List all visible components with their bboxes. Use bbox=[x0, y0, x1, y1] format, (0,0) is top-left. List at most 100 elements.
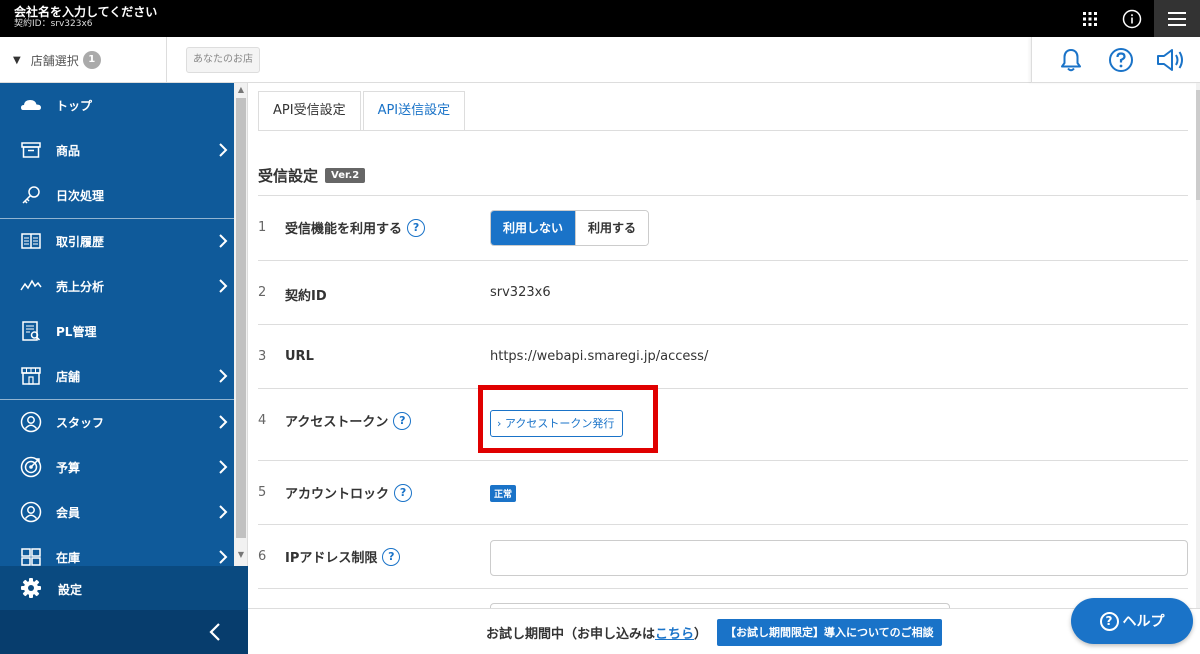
current-store-tag[interactable]: あなたのお店 bbox=[186, 47, 260, 73]
shelf-icon bbox=[21, 548, 41, 566]
scroll-down-arrow-icon[interactable]: ▼ bbox=[234, 550, 248, 562]
chevron-left-icon[interactable] bbox=[206, 622, 224, 642]
highlight-box bbox=[478, 385, 658, 453]
help-button[interactable]: ? ヘルプ bbox=[1071, 598, 1193, 644]
person-icon bbox=[20, 411, 42, 433]
target-icon bbox=[20, 456, 42, 478]
store-count-badge: 1 bbox=[82, 51, 101, 69]
row-label-text: アクセストークン bbox=[285, 415, 389, 430]
apply-link[interactable]: こちら bbox=[655, 627, 694, 642]
help-icon[interactable]: ? bbox=[382, 547, 401, 566]
row-label-text: 契約ID bbox=[285, 289, 327, 304]
sidebar-item-inventory[interactable]: 在庫 bbox=[0, 535, 234, 566]
help-circle-icon[interactable] bbox=[1108, 47, 1134, 73]
chevron-right-icon bbox=[219, 279, 228, 293]
chevron-right-icon bbox=[219, 234, 228, 248]
row-label: 契約ID bbox=[285, 285, 327, 304]
sidebar-item-staff[interactable]: スタッフ bbox=[0, 400, 234, 445]
sidebar-item-top[interactable]: トップ bbox=[0, 83, 234, 128]
url-value: https://webapi.smaregi.jp/access/ bbox=[490, 349, 709, 364]
ip-address-input[interactable] bbox=[490, 540, 1188, 576]
row-label-text: IPアドレス制限 bbox=[285, 551, 378, 566]
tab-divider bbox=[258, 130, 1188, 131]
row-label: IPアドレス制限 ? bbox=[285, 547, 401, 566]
sidebar-item-label: トップ bbox=[56, 99, 93, 113]
apps-grid-icon[interactable] bbox=[1068, 0, 1112, 37]
sidebar-item-label: 日次処理 bbox=[56, 189, 105, 203]
sidebar-item-label: 商品 bbox=[56, 144, 81, 158]
main-content: API受信設定 API送信設定 受信設定 Ver.2 1 受信機能を利用する ?… bbox=[248, 83, 1196, 608]
trial-text-before: お試し期間中（お申し込みは bbox=[486, 627, 656, 642]
toggle-disable-button[interactable]: 利用しない bbox=[491, 211, 576, 245]
row-number: 5 bbox=[258, 485, 267, 500]
row-label-text: 受信機能を利用する bbox=[285, 222, 403, 237]
sidebar: トップ 商品 日次処理 取引履歴 売上分析 PL管理 店舗 スタッフ 予算 会員… bbox=[0, 83, 234, 566]
help-icon[interactable]: ? bbox=[394, 483, 413, 502]
sidebar-item-settings[interactable]: 設定 bbox=[0, 566, 248, 610]
chart-line-icon bbox=[20, 279, 42, 291]
version-badge: Ver.2 bbox=[325, 168, 366, 183]
status-badge: 正常 bbox=[490, 485, 517, 502]
tab-bar: API受信設定 API送信設定 bbox=[258, 91, 467, 131]
tab-api-send[interactable]: API送信設定 bbox=[362, 91, 466, 131]
setting-row-access-token: 4 アクセストークン ? › アクセストークン発行 bbox=[258, 385, 1188, 460]
company-name[interactable]: 会社名を入力してください bbox=[14, 6, 157, 19]
row-label-text: アカウントロック bbox=[285, 487, 390, 502]
header-actions bbox=[1031, 37, 1200, 83]
sidebar-item-sales-analysis[interactable]: 売上分析 bbox=[0, 264, 234, 309]
row-label-text: URL bbox=[285, 349, 314, 364]
tab-api-receive[interactable]: API受信設定 bbox=[258, 91, 361, 131]
row-number: 3 bbox=[258, 349, 267, 364]
sidebar-collapse-bar[interactable] bbox=[0, 610, 248, 654]
contract-id: 契約ID：srv323x6 bbox=[14, 19, 93, 29]
sidebar-item-daily[interactable]: 日次処理 bbox=[0, 173, 234, 218]
setting-row-partial bbox=[258, 588, 1188, 608]
store-icon bbox=[21, 367, 41, 385]
row-label: アクセストークン ? bbox=[285, 411, 412, 430]
sidebar-scrollbar-thumb[interactable] bbox=[236, 98, 246, 538]
sidebar-item-label: 会員 bbox=[56, 506, 81, 520]
sidebar-item-label: 売上分析 bbox=[56, 280, 105, 294]
consultation-button[interactable]: 【お試し期間限定】導入についてのご相談 bbox=[717, 619, 942, 646]
caret-down-icon: ▼ bbox=[13, 54, 21, 66]
hamburger-menu-icon[interactable] bbox=[1154, 0, 1200, 37]
sidebar-item-label: PL管理 bbox=[56, 325, 97, 339]
sidebar-item-label: 店舗 bbox=[56, 370, 81, 384]
chevron-right-icon bbox=[219, 505, 228, 519]
help-icon[interactable]: ? bbox=[393, 411, 412, 430]
store-select-label: 店舗選択 bbox=[30, 53, 79, 68]
main-scrollbar-thumb[interactable] bbox=[1196, 90, 1200, 200]
store-select-dropdown[interactable]: ▼ 店舗選択 1 bbox=[0, 37, 167, 83]
chevron-right-icon bbox=[219, 460, 228, 474]
row-number: 6 bbox=[258, 549, 267, 564]
sidebar-item-label: 予算 bbox=[56, 461, 81, 475]
row-number: 1 bbox=[258, 220, 267, 235]
setting-row-contract-id: 2 契約ID srv323x6 bbox=[258, 260, 1188, 324]
document-icon bbox=[22, 321, 41, 341]
bell-icon[interactable] bbox=[1058, 47, 1084, 73]
contract-id-value: srv323x6 bbox=[490, 285, 551, 300]
sidebar-item-label: スタッフ bbox=[56, 416, 105, 430]
scroll-up-arrow-icon[interactable]: ▲ bbox=[234, 85, 248, 97]
sidebar-item-store[interactable]: 店舗 bbox=[0, 354, 234, 399]
setting-row-ip-restriction: 6 IPアドレス制限 ? bbox=[258, 524, 1188, 588]
sidebar-item-products[interactable]: 商品 bbox=[0, 128, 234, 173]
megaphone-icon[interactable] bbox=[1156, 47, 1186, 73]
settings-label: 設定 bbox=[58, 583, 83, 597]
cloud-icon bbox=[21, 100, 41, 110]
setting-row-account-lock: 5 アカウントロック ? 正常 bbox=[258, 460, 1188, 524]
help-icon[interactable]: ? bbox=[407, 218, 426, 237]
toggle-enable-button[interactable]: 利用する bbox=[575, 211, 649, 245]
member-icon bbox=[20, 501, 42, 523]
chevron-right-icon bbox=[219, 415, 228, 429]
sidebar-item-label: 在庫 bbox=[56, 551, 81, 565]
row-label: アカウントロック ? bbox=[285, 483, 413, 502]
sidebar-item-members[interactable]: 会員 bbox=[0, 490, 234, 535]
info-icon[interactable] bbox=[1110, 0, 1154, 37]
chevron-right-icon bbox=[219, 369, 228, 383]
row-number: 4 bbox=[258, 413, 267, 428]
sidebar-item-budget[interactable]: 予算 bbox=[0, 445, 234, 490]
sidebar-item-pl[interactable]: PL管理 bbox=[0, 309, 234, 354]
section-title: 受信設定 Ver.2 bbox=[258, 165, 366, 186]
sidebar-item-history[interactable]: 取引履歴 bbox=[0, 219, 234, 264]
